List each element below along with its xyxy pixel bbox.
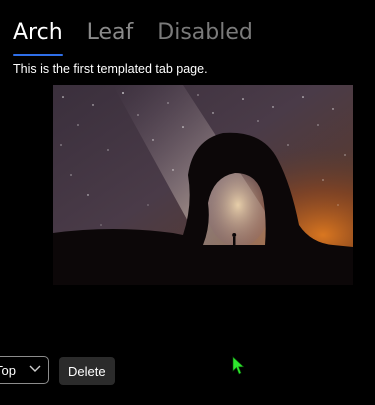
- night-sky-arch-photo: [53, 85, 353, 285]
- tab-arch[interactable]: Arch: [13, 18, 63, 56]
- mouse-cursor-icon: [232, 356, 245, 375]
- position-select-value: Top: [0, 362, 16, 378]
- chevron-down-icon: [29, 365, 41, 372]
- tab-bar: Arch Leaf Disabled: [13, 18, 253, 56]
- delete-button[interactable]: Delete: [59, 357, 115, 385]
- position-select[interactable]: Top: [0, 356, 49, 384]
- tab-leaf[interactable]: Leaf: [87, 18, 134, 56]
- tab-page-text: This is the first templated tab page.: [13, 62, 208, 76]
- app-root: Arch Leaf Disabled This is the first tem…: [0, 0, 375, 405]
- tab-disabled: Disabled: [157, 20, 253, 45]
